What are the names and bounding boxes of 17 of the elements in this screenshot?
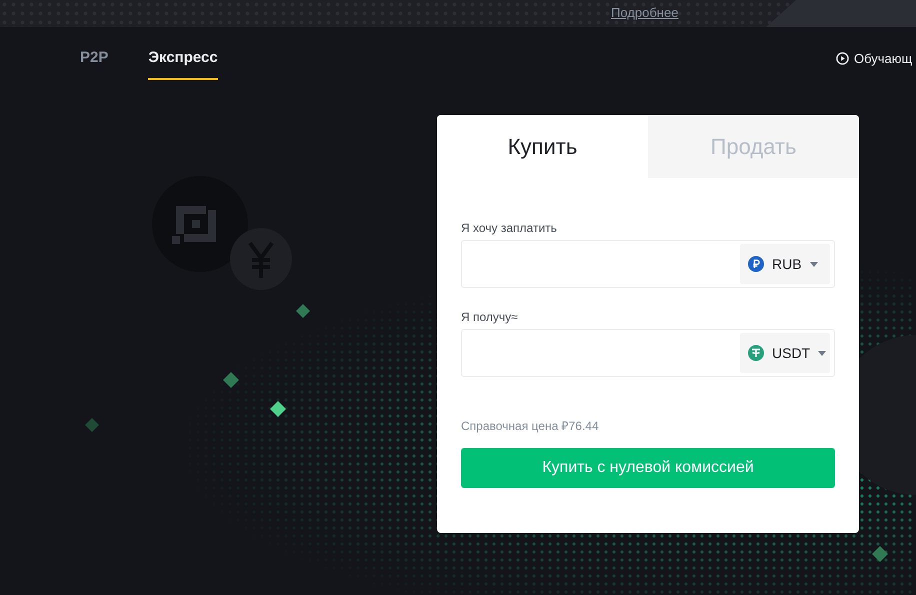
tutorial-link[interactable]: Обучающ — [836, 51, 912, 66]
amount-field[interactable]: USDT — [461, 329, 835, 377]
amount-field[interactable]: RUB — [461, 240, 835, 288]
more-link[interactable]: Подробнее — [611, 5, 678, 21]
diamond-drawing — [84, 418, 100, 434]
ruble-coin-icon — [748, 256, 764, 272]
caret-icon — [818, 350, 826, 356]
play-icon — [836, 52, 849, 65]
nav-tab[interactable]: Экспресс — [148, 49, 218, 80]
currency-select[interactable]: RUB — [740, 244, 830, 284]
nav-tab[interactable]: P2P — [80, 49, 108, 80]
field-label: Я хочу заплатить — [461, 221, 558, 235]
reference-price: Справочная цена ₽76.44 — [461, 418, 600, 434]
caret-icon — [810, 262, 818, 266]
currency-select[interactable]: USDT — [740, 333, 830, 373]
tether-coin-icon — [748, 345, 764, 361]
field-label: Я получу≈ — [461, 310, 519, 324]
